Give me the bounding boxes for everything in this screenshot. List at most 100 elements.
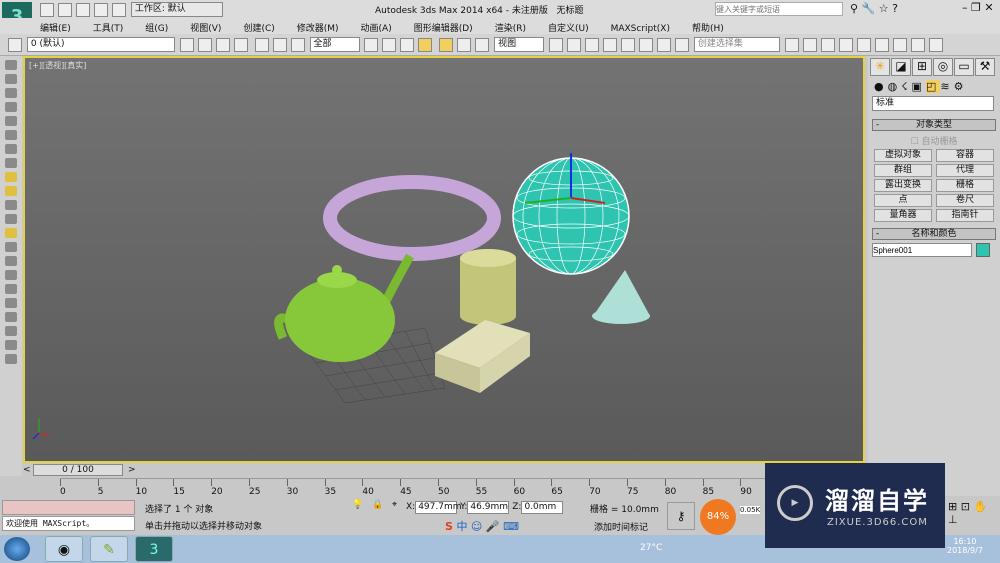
menu-create[interactable]: 创建(C) bbox=[243, 24, 274, 34]
tool-icon[interactable] bbox=[5, 144, 17, 154]
hierarchy-tab-icon[interactable]: ⊞ bbox=[912, 58, 932, 76]
isolate-icon[interactable]: 💡 bbox=[352, 500, 363, 510]
chrome-taskbar-icon[interactable]: ◉ bbox=[45, 536, 83, 562]
tool-icon[interactable] bbox=[5, 200, 17, 210]
zoom-extents-icon[interactable]: ⊡ bbox=[961, 500, 970, 513]
time-slider[interactable]: < 0 / 100 > bbox=[23, 463, 865, 478]
tool-icon[interactable] bbox=[5, 214, 17, 224]
tape-button[interactable]: 卷尺 bbox=[936, 194, 994, 207]
tool-icon[interactable] bbox=[5, 312, 17, 322]
menu-tools[interactable]: 工具(T) bbox=[93, 24, 124, 34]
reference-coord-select[interactable]: 视图 bbox=[494, 37, 545, 52]
perf-widget[interactable]: 84% bbox=[700, 499, 736, 535]
manipulate-icon[interactable] bbox=[567, 37, 581, 52]
shapes-icon[interactable]: ◍ bbox=[888, 80, 902, 93]
edit-named-sets-icon[interactable] bbox=[675, 37, 689, 52]
spacewarps-icon[interactable]: ≋ bbox=[940, 80, 953, 93]
maxscript-listener-pink[interactable] bbox=[2, 500, 135, 515]
menu-customize[interactable]: 自定义(U) bbox=[548, 24, 589, 34]
tool-icon[interactable] bbox=[5, 74, 17, 84]
tool-icon[interactable] bbox=[5, 284, 17, 294]
systems-icon[interactable]: ⚙ bbox=[954, 80, 968, 93]
tool-icon[interactable] bbox=[5, 242, 17, 252]
tool-icon[interactable] bbox=[5, 158, 17, 168]
lights-icon[interactable]: ☇ bbox=[901, 80, 911, 93]
tool-icon[interactable] bbox=[5, 60, 17, 70]
rotate-icon[interactable] bbox=[457, 37, 472, 52]
open-icon[interactable] bbox=[58, 2, 72, 17]
schematic-view-icon[interactable] bbox=[856, 37, 871, 52]
crowd-button[interactable]: 群组 bbox=[874, 164, 932, 177]
link-icon[interactable] bbox=[254, 37, 269, 52]
add-time-tag[interactable]: 添加时间标记 bbox=[594, 520, 648, 533]
align-icon[interactable] bbox=[802, 37, 817, 52]
spinner-snap-icon[interactable] bbox=[657, 37, 671, 52]
tool-icon[interactable] bbox=[5, 340, 17, 350]
z-field[interactable]: 0.0mm bbox=[521, 501, 564, 514]
tool-icon[interactable] bbox=[5, 186, 17, 196]
category-select[interactable]: 标准 bbox=[872, 96, 994, 111]
cameras-icon[interactable]: ▣ bbox=[912, 80, 926, 93]
select-object-icon[interactable] bbox=[364, 37, 379, 52]
time-slider-thumb[interactable]: 0 / 100 bbox=[33, 464, 123, 476]
tool-icon[interactable] bbox=[5, 326, 17, 336]
zoom-all-icon[interactable]: ⊞ bbox=[948, 500, 957, 513]
tool-icon[interactable] bbox=[5, 270, 17, 280]
prev-frame-icon[interactable]: < bbox=[23, 465, 31, 475]
track-bar[interactable]: 0 5 10 15 20 25 30 35 40 45 50 55 60 65 70 75 80 85 90 bbox=[60, 478, 865, 498]
object-color-swatch[interactable] bbox=[976, 243, 990, 257]
ime-mode[interactable]: 中 bbox=[456, 520, 467, 533]
abs-mode-icon[interactable]: ⌖ bbox=[392, 500, 397, 510]
start-button[interactable] bbox=[4, 537, 30, 561]
mirror-icon[interactable] bbox=[784, 37, 799, 52]
scale-icon[interactable] bbox=[475, 37, 490, 52]
modify-tab-icon[interactable]: ◪ bbox=[891, 58, 911, 76]
bind-spacewarp-icon[interactable] bbox=[290, 37, 305, 52]
tool-icon[interactable] bbox=[5, 130, 17, 140]
layer-props-icon[interactable] bbox=[233, 37, 248, 52]
menu-group[interactable]: 组(G) bbox=[145, 24, 168, 34]
layer-select[interactable]: 0 (默认) bbox=[26, 37, 175, 52]
protractor-button[interactable]: 量角器 bbox=[874, 209, 932, 222]
pivot-icon[interactable] bbox=[549, 37, 563, 52]
minimize-icon[interactable]: – bbox=[962, 1, 968, 14]
menu-graph-editors[interactable]: 图形编辑器(D) bbox=[414, 24, 473, 34]
render-icon[interactable] bbox=[928, 37, 943, 52]
binoculars-icon[interactable]: ⚲ bbox=[850, 2, 858, 15]
clock[interactable]: 16:10 2018/9/7 bbox=[947, 537, 983, 555]
tool-icon[interactable] bbox=[5, 256, 17, 266]
dummy-button[interactable]: 虚拟对象 bbox=[874, 149, 932, 162]
3dsmax-taskbar-icon[interactable]: 3 bbox=[135, 536, 173, 562]
lock-icon[interactable]: 🔒 bbox=[372, 500, 383, 510]
tool-icon[interactable] bbox=[5, 172, 17, 182]
redo-icon[interactable] bbox=[112, 2, 126, 17]
menu-rendering[interactable]: 渲染(R) bbox=[495, 24, 526, 34]
pan-icon[interactable]: ✋ bbox=[973, 500, 987, 513]
undo-icon[interactable] bbox=[94, 2, 108, 17]
wrench-icon[interactable]: 🔧 bbox=[862, 2, 876, 15]
select-by-name-icon[interactable] bbox=[382, 37, 397, 52]
curve-editor-icon[interactable] bbox=[838, 37, 853, 52]
container-button[interactable]: 容器 bbox=[936, 149, 994, 162]
grid-button[interactable]: 栅格 bbox=[936, 179, 994, 192]
snap-icon[interactable] bbox=[603, 37, 617, 52]
delegate-button[interactable]: 代理 bbox=[936, 164, 994, 177]
star-icon[interactable]: ☆ bbox=[879, 2, 889, 15]
geometry-icon[interactable]: ● bbox=[874, 80, 888, 93]
angle-snap-icon[interactable] bbox=[621, 37, 635, 52]
named-selection-set[interactable]: 创建选择集 bbox=[693, 37, 780, 52]
unlink-icon[interactable] bbox=[272, 37, 287, 52]
menu-help[interactable]: 帮助(H) bbox=[692, 24, 724, 34]
render-frame-icon[interactable] bbox=[910, 37, 925, 52]
create-tab-icon[interactable]: ✳ bbox=[870, 58, 890, 76]
search-input[interactable] bbox=[715, 2, 843, 16]
select-layer-icon[interactable] bbox=[215, 37, 230, 52]
tool-icon[interactable] bbox=[5, 298, 17, 308]
utilities-tab-icon[interactable]: ⚒ bbox=[975, 58, 995, 76]
display-tab-icon[interactable]: ▭ bbox=[954, 58, 974, 76]
helpers-icon[interactable]: ◰ bbox=[925, 80, 941, 93]
move-icon[interactable] bbox=[439, 37, 454, 52]
y-field[interactable]: 46.9mm bbox=[467, 501, 510, 514]
orbit-icon[interactable]: ⊥ bbox=[948, 513, 958, 526]
rect-selection-icon[interactable] bbox=[400, 37, 415, 52]
